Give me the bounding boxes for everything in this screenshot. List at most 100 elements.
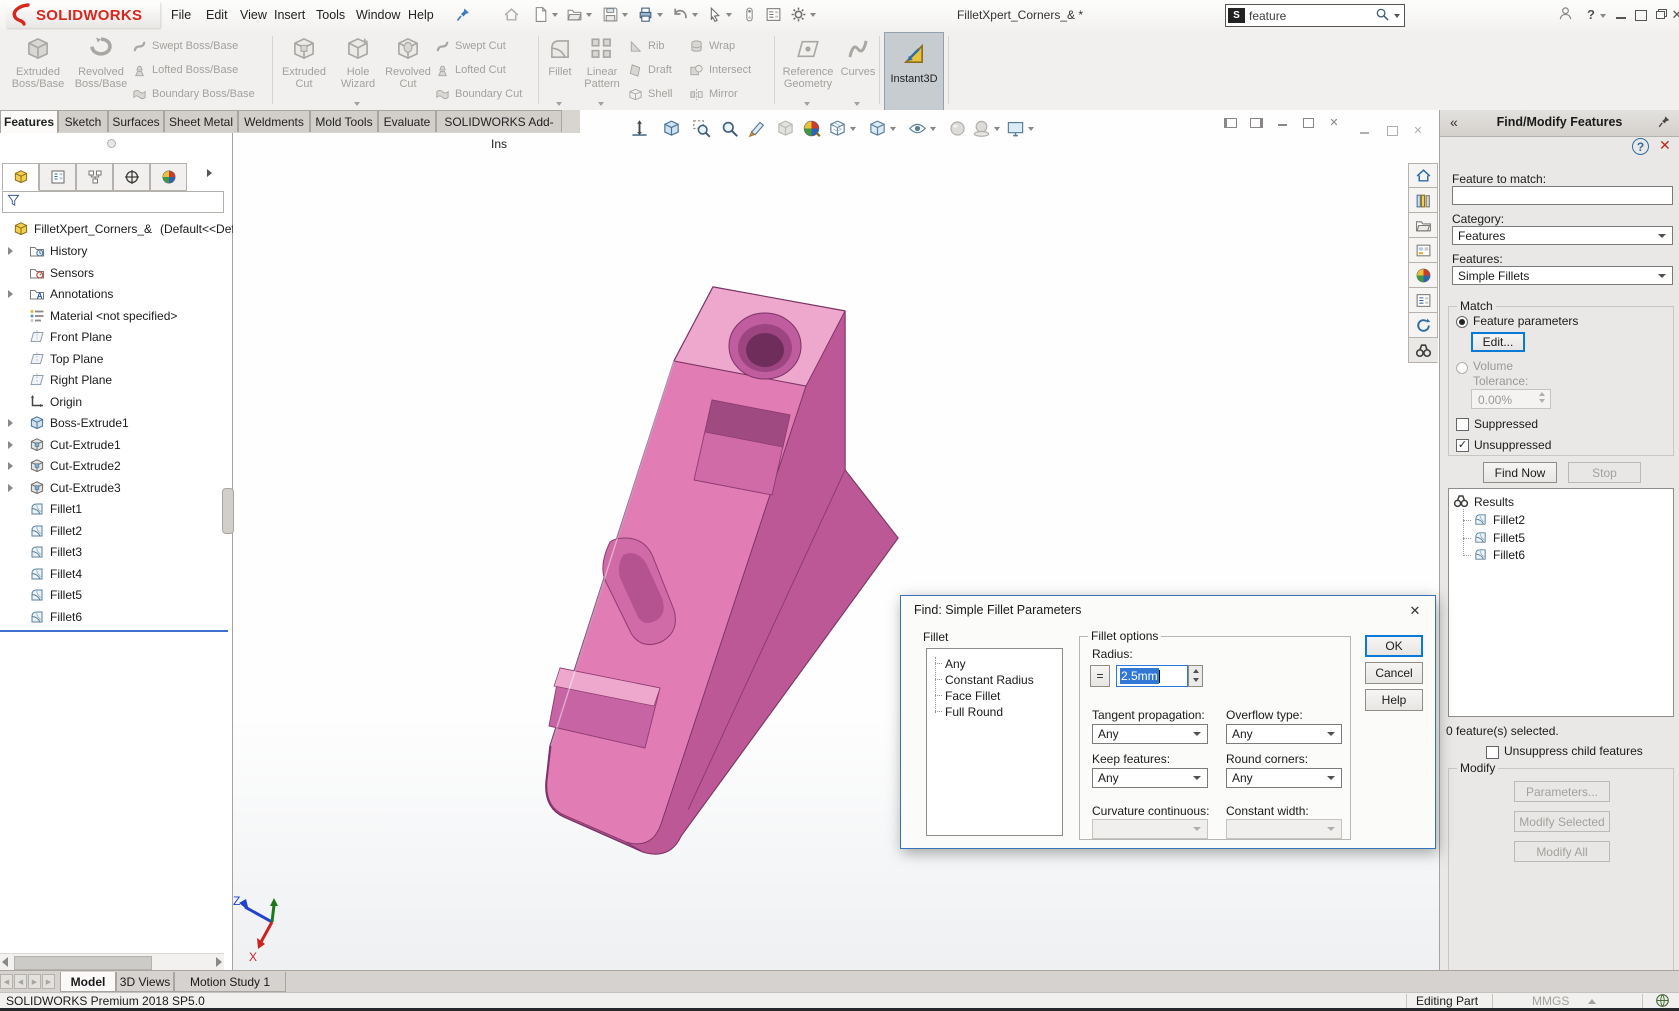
tab-evaluate[interactable]: Evaluate xyxy=(378,110,436,132)
properties-button[interactable] xyxy=(765,6,783,24)
features-select[interactable]: Simple Fillets xyxy=(1452,266,1673,285)
dropdown-caret-icon[interactable] xyxy=(804,102,810,106)
tree-item-right-plane[interactable]: Right Plane xyxy=(0,370,233,390)
open-caret-icon[interactable] xyxy=(586,13,592,17)
rollback-bar[interactable] xyxy=(0,630,228,632)
tree-item-cut-extrude2[interactable]: Cut-Extrude2 xyxy=(0,456,233,476)
tree-item-fillet1[interactable]: Fillet1 xyxy=(0,499,233,519)
display-style-caret-icon[interactable] xyxy=(890,127,896,131)
dropdown-caret-icon[interactable] xyxy=(1193,732,1201,736)
orientation-toggle-button[interactable] xyxy=(741,6,759,24)
zoom-to-area-icon[interactable] xyxy=(662,119,682,139)
menu-insert[interactable]: Insert xyxy=(268,0,311,30)
tree-item-fillet3[interactable]: Fillet3 xyxy=(0,542,233,562)
linear-pattern-button[interactable]: Linear Pattern xyxy=(580,32,624,108)
pin-icon[interactable] xyxy=(455,7,471,26)
tab-features[interactable]: Features xyxy=(0,110,58,133)
pane-left-icon[interactable] xyxy=(1222,116,1238,130)
task-pane-tab-find-modify-features[interactable] xyxy=(1408,338,1438,363)
tree-item-fillet4[interactable]: Fillet4 xyxy=(0,564,233,584)
draft-button[interactable]: Draft xyxy=(628,59,672,81)
dropdown-caret-icon[interactable] xyxy=(598,102,604,106)
panel-close-icon[interactable]: ✕ xyxy=(1659,137,1671,154)
wrap-button[interactable]: Wrap xyxy=(689,35,735,57)
gear-button[interactable] xyxy=(790,6,808,24)
menu-file[interactable]: File xyxy=(165,0,197,30)
tree-item-sensors[interactable]: Sensors xyxy=(0,263,233,283)
print-caret-icon[interactable] xyxy=(657,13,663,17)
view-settings-caret-icon[interactable] xyxy=(1028,127,1034,131)
expand-arrow-icon[interactable] xyxy=(8,484,13,492)
extruded-boss-base-button[interactable]: Extruded Boss/Base xyxy=(8,32,68,108)
fillet-type-face-fillet[interactable]: Face Fillet xyxy=(945,689,1000,703)
hole-bore[interactable] xyxy=(746,333,784,367)
unsuppress-child-checkbox[interactable] xyxy=(1486,746,1499,759)
undo-caret-icon[interactable] xyxy=(692,13,698,17)
tree-horizontal-scrollbar[interactable] xyxy=(0,953,224,971)
fillet-type-full-round[interactable]: Full Round xyxy=(945,705,1003,719)
dropdown-caret-icon[interactable] xyxy=(556,102,562,106)
select-cursor-button[interactable] xyxy=(706,6,724,24)
minimize-icon[interactable] xyxy=(1612,6,1630,24)
task-pane-tab-solidworks-resources[interactable] xyxy=(1408,313,1438,338)
tree-item-root[interactable]: FilletXpert_Corners_& (Default<<Default xyxy=(0,219,233,239)
tree-item-fillet2[interactable]: Fillet2 xyxy=(0,521,233,541)
doc-minimize-icon[interactable] xyxy=(1356,124,1372,138)
model-tab-3d-views[interactable]: 3D Views xyxy=(116,972,174,992)
mirror-button[interactable]: Mirror xyxy=(689,83,738,105)
manager-tab-dimxpert-manager[interactable] xyxy=(113,163,150,191)
cube-disabled-icon[interactable] xyxy=(776,119,796,139)
fillet-type-constant-radius[interactable]: Constant Radius xyxy=(945,673,1034,687)
manager-tab-display-manager[interactable] xyxy=(150,163,187,191)
help-icon[interactable]: ? xyxy=(1582,6,1600,24)
dropdown-caret-icon[interactable] xyxy=(354,102,360,106)
new-document-button[interactable] xyxy=(532,6,550,24)
tree-item-material-not-specified[interactable]: Material <not specified> xyxy=(0,306,233,326)
manager-tab-configuration-manager[interactable] xyxy=(76,163,113,191)
edit-appearance-icon[interactable] xyxy=(802,119,822,139)
tree-item-cut-extrude3[interactable]: Cut-Extrude3 xyxy=(0,478,233,498)
menu-edit[interactable]: Edit xyxy=(200,0,234,30)
tangent-propagation-select[interactable]: Any xyxy=(1092,724,1208,744)
model-tab-motion-study-1[interactable]: Motion Study 1 xyxy=(174,972,286,992)
triad-y-arrow[interactable] xyxy=(270,898,278,906)
keep-features-select[interactable]: Any xyxy=(1092,768,1208,788)
tab-scroll-button[interactable]: ▶ xyxy=(28,974,41,989)
radius-operator-button[interactable]: = xyxy=(1090,665,1110,687)
section-view-icon[interactable] xyxy=(748,119,768,139)
find-now-button[interactable]: Find Now xyxy=(1483,462,1557,483)
extruded-cut-button[interactable]: Extruded Cut xyxy=(276,32,332,108)
radius-spinner[interactable] xyxy=(1188,665,1203,687)
search-input[interactable]: feature xyxy=(1249,9,1375,23)
doc-close-icon[interactable]: ✕ xyxy=(1410,124,1426,138)
open-button[interactable] xyxy=(566,6,584,24)
tab-surfaces[interactable]: Surfaces xyxy=(108,110,164,132)
scroll-thumb[interactable] xyxy=(14,956,152,970)
result-item-fillet6[interactable]: Fillet6 xyxy=(1493,548,1525,562)
expand-arrow-icon[interactable] xyxy=(8,290,13,298)
swept-boss-base-button[interactable]: Swept Boss/Base xyxy=(132,35,238,57)
task-pane-tab-appearances[interactable] xyxy=(1408,263,1438,288)
rib-button[interactable]: Rib xyxy=(628,35,665,57)
close-icon[interactable]: ✕ xyxy=(1670,6,1679,24)
tree-item-front-plane[interactable]: Front Plane xyxy=(0,327,233,347)
expand-arrow-icon[interactable] xyxy=(8,462,13,470)
boundary-cut-button[interactable]: Boundary Cut xyxy=(435,83,522,105)
overflow-type-select[interactable]: Any xyxy=(1226,724,1342,744)
scene-disabled-icon[interactable] xyxy=(972,119,992,139)
tab-sheet-metal[interactable]: Sheet Metal xyxy=(164,110,238,132)
boundary-boss-base-button[interactable]: Boundary Boss/Base xyxy=(132,83,255,105)
curves-button[interactable]: Curves xyxy=(839,32,877,108)
tab-scroll-button[interactable]: ▶ xyxy=(42,974,55,989)
menu-tools[interactable]: Tools xyxy=(310,0,351,30)
expand-arrow-icon[interactable] xyxy=(8,419,13,427)
new-document-caret-icon[interactable] xyxy=(552,13,558,17)
shell-button[interactable]: Shell xyxy=(628,83,672,105)
search-box[interactable]: S feature xyxy=(1225,4,1405,27)
fullscreen-icon[interactable] xyxy=(1632,6,1650,24)
appearances-disabled-icon[interactable] xyxy=(948,119,968,139)
edit-button[interactable]: Edit... xyxy=(1471,332,1525,352)
home-g-button[interactable] xyxy=(503,6,521,24)
dialog-title-bar[interactable]: Find: Simple Fillet Parameters xyxy=(901,596,1435,624)
menu-window[interactable]: Window xyxy=(350,0,406,30)
